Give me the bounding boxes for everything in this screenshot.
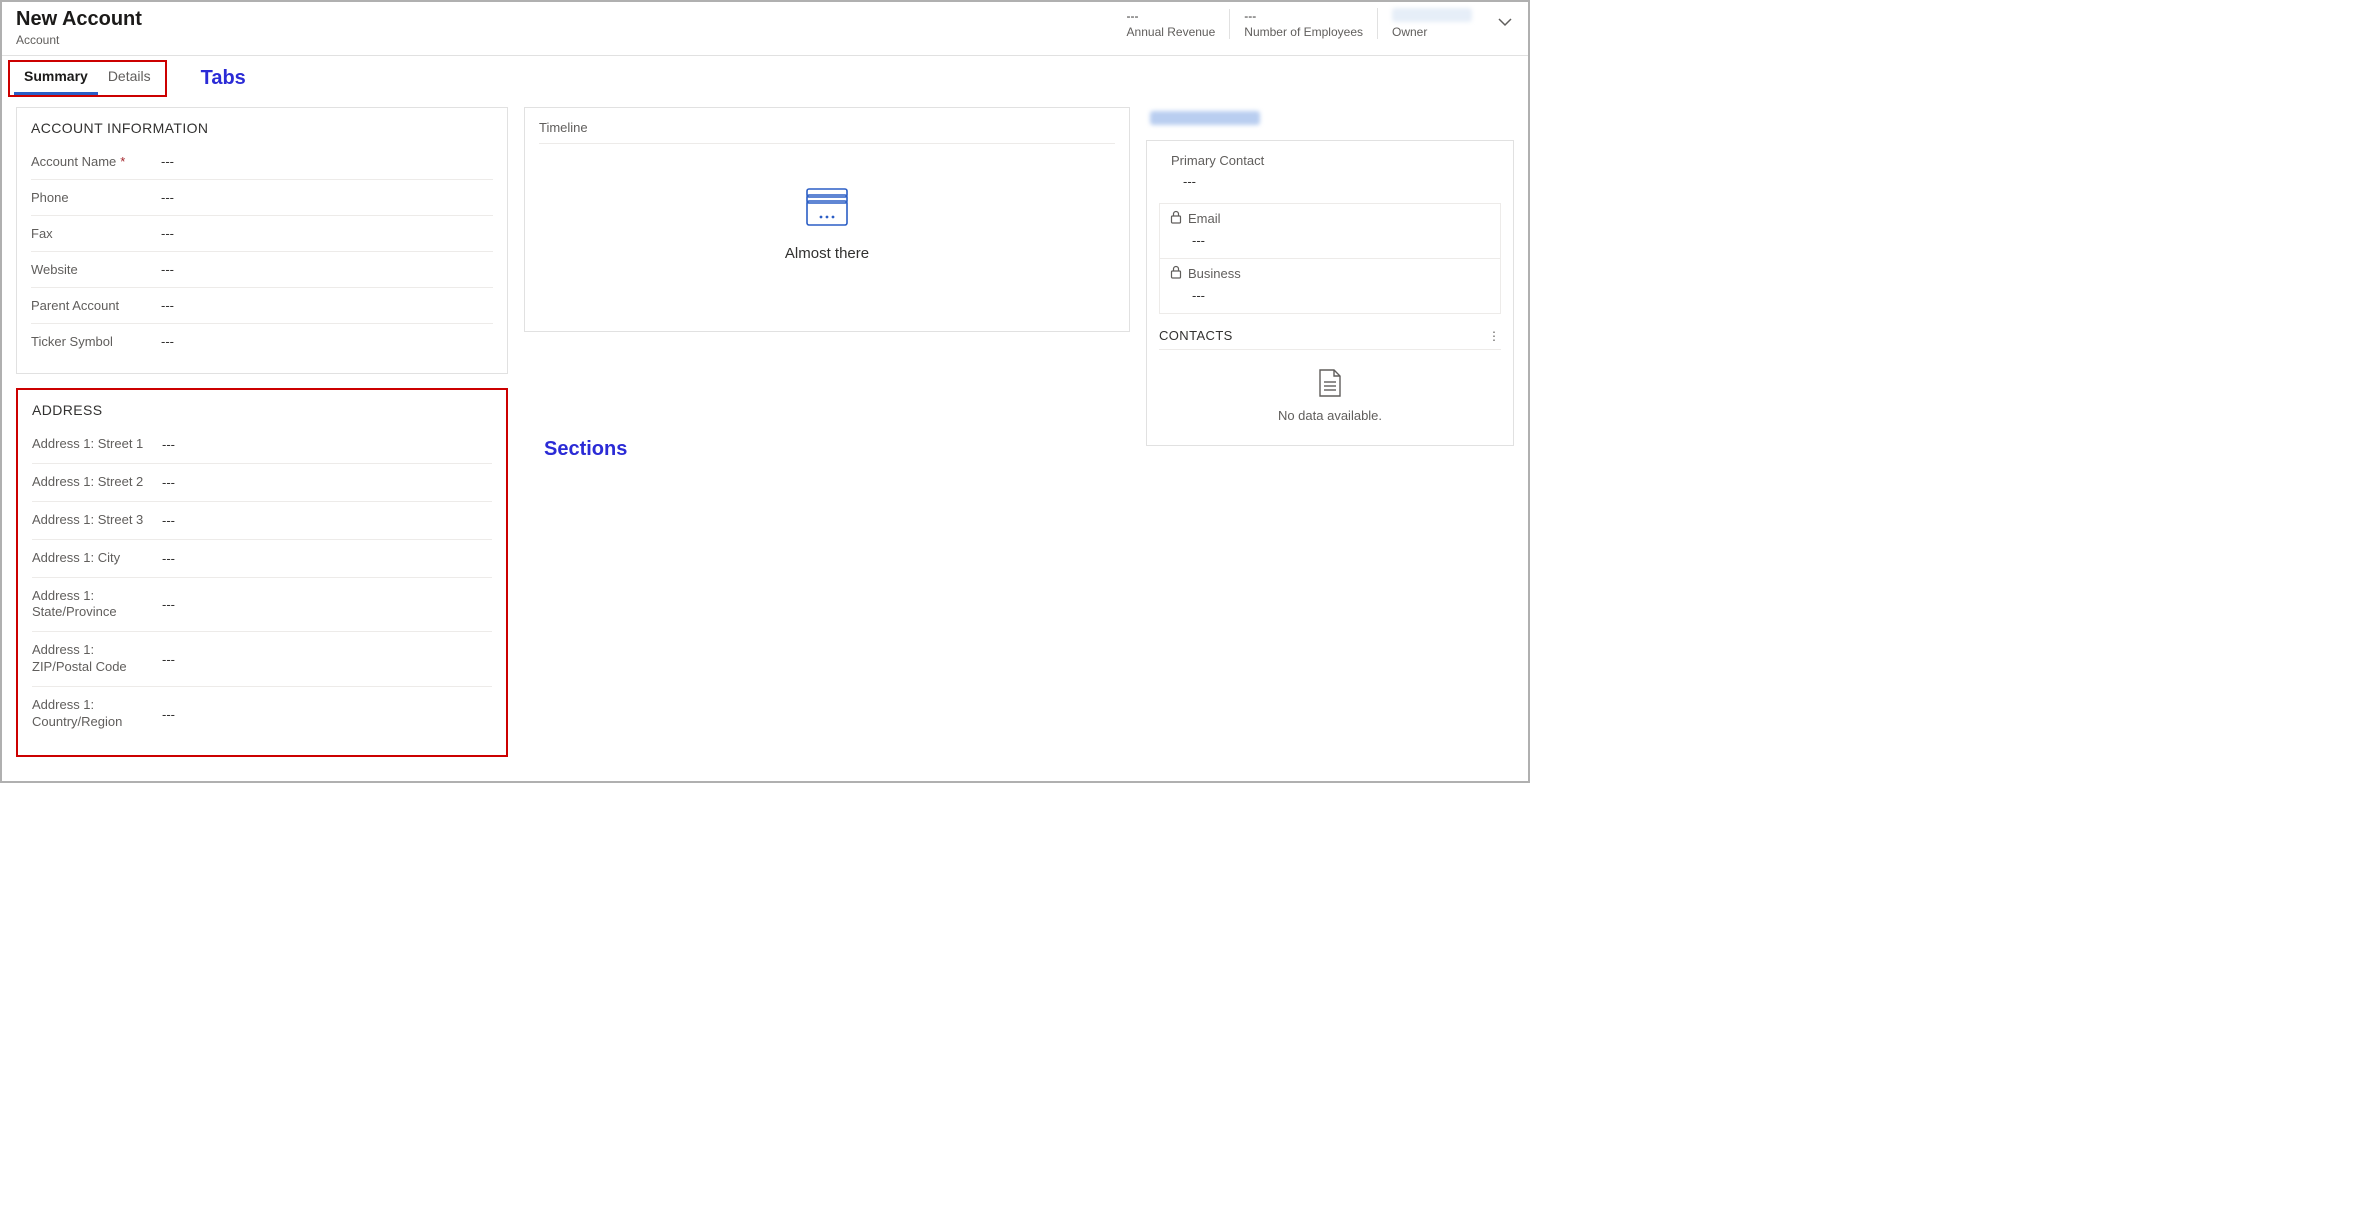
field-phone[interactable]: Phone --- <box>31 180 493 216</box>
timeline-title: Timeline <box>539 120 1115 144</box>
field-ticker-symbol[interactable]: Ticker Symbol --- <box>31 324 493 359</box>
field-address-city[interactable]: Address 1: City --- <box>32 540 492 578</box>
locked-field-business: Business --- <box>1160 259 1500 313</box>
field-address-street1[interactable]: Address 1: Street 1 --- <box>32 426 492 464</box>
field-website[interactable]: Website --- <box>31 252 493 288</box>
right-card: Primary Contact --- Email --- <box>1146 140 1514 446</box>
header-field-num-employees[interactable]: --- Number of Employees <box>1229 9 1377 39</box>
more-icon[interactable]: ⋮ <box>1488 329 1501 343</box>
section-title: ADDRESS <box>32 402 492 418</box>
lock-icon <box>1170 265 1182 282</box>
related-link-redacted[interactable] <box>1150 111 1260 125</box>
no-data-message: No data available. <box>1278 408 1382 423</box>
field-fax[interactable]: Fax --- <box>31 216 493 252</box>
sections-callout-label: Sections <box>544 438 1130 461</box>
timeline-section: Timeline Almost there <box>524 107 1130 332</box>
tab-details[interactable]: Details <box>98 62 161 95</box>
field-address-street3[interactable]: Address 1: Street 3 --- <box>32 502 492 540</box>
header-field-owner[interactable]: Owner <box>1377 8 1486 39</box>
required-indicator: * <box>120 154 125 169</box>
field-address-street2[interactable]: Address 1: Street 2 --- <box>32 464 492 502</box>
primary-contact-label: Primary Contact <box>1159 153 1501 168</box>
chevron-down-icon[interactable] <box>1496 13 1514 34</box>
tab-row: Summary Details Tabs <box>2 56 1528 97</box>
locked-field-email: Email --- <box>1160 204 1500 259</box>
section-address: ADDRESS Address 1: Street 1 --- Address … <box>16 388 508 757</box>
contacts-title: CONTACTS <box>1159 328 1233 343</box>
document-icon <box>1317 368 1343 398</box>
field-account-name[interactable]: Account Name* --- <box>31 144 493 180</box>
section-account-information: ACCOUNT INFORMATION Account Name* --- Ph… <box>16 107 508 374</box>
section-title: ACCOUNT INFORMATION <box>31 120 493 136</box>
lock-icon <box>1170 210 1182 227</box>
timeline-message: Almost there <box>785 245 869 262</box>
tabs-highlight-box: Summary Details <box>8 60 167 97</box>
tabs-callout-label: Tabs <box>201 67 246 90</box>
page-title: New Account <box>16 8 142 31</box>
form-header: New Account Account --- Annual Revenue -… <box>2 2 1528 56</box>
field-address-state[interactable]: Address 1: State/Province --- <box>32 578 492 633</box>
field-address-country[interactable]: Address 1: Country/Region --- <box>32 687 492 741</box>
primary-contact-value[interactable]: --- <box>1159 168 1501 199</box>
owner-value-redacted <box>1392 8 1472 22</box>
field-parent-account[interactable]: Parent Account --- <box>31 288 493 324</box>
header-field-annual-revenue[interactable]: --- Annual Revenue <box>1113 9 1230 39</box>
folder-icon <box>805 187 849 227</box>
entity-name: Account <box>16 33 142 47</box>
tab-summary[interactable]: Summary <box>14 62 98 95</box>
field-address-zip[interactable]: Address 1: ZIP/Postal Code --- <box>32 632 492 687</box>
